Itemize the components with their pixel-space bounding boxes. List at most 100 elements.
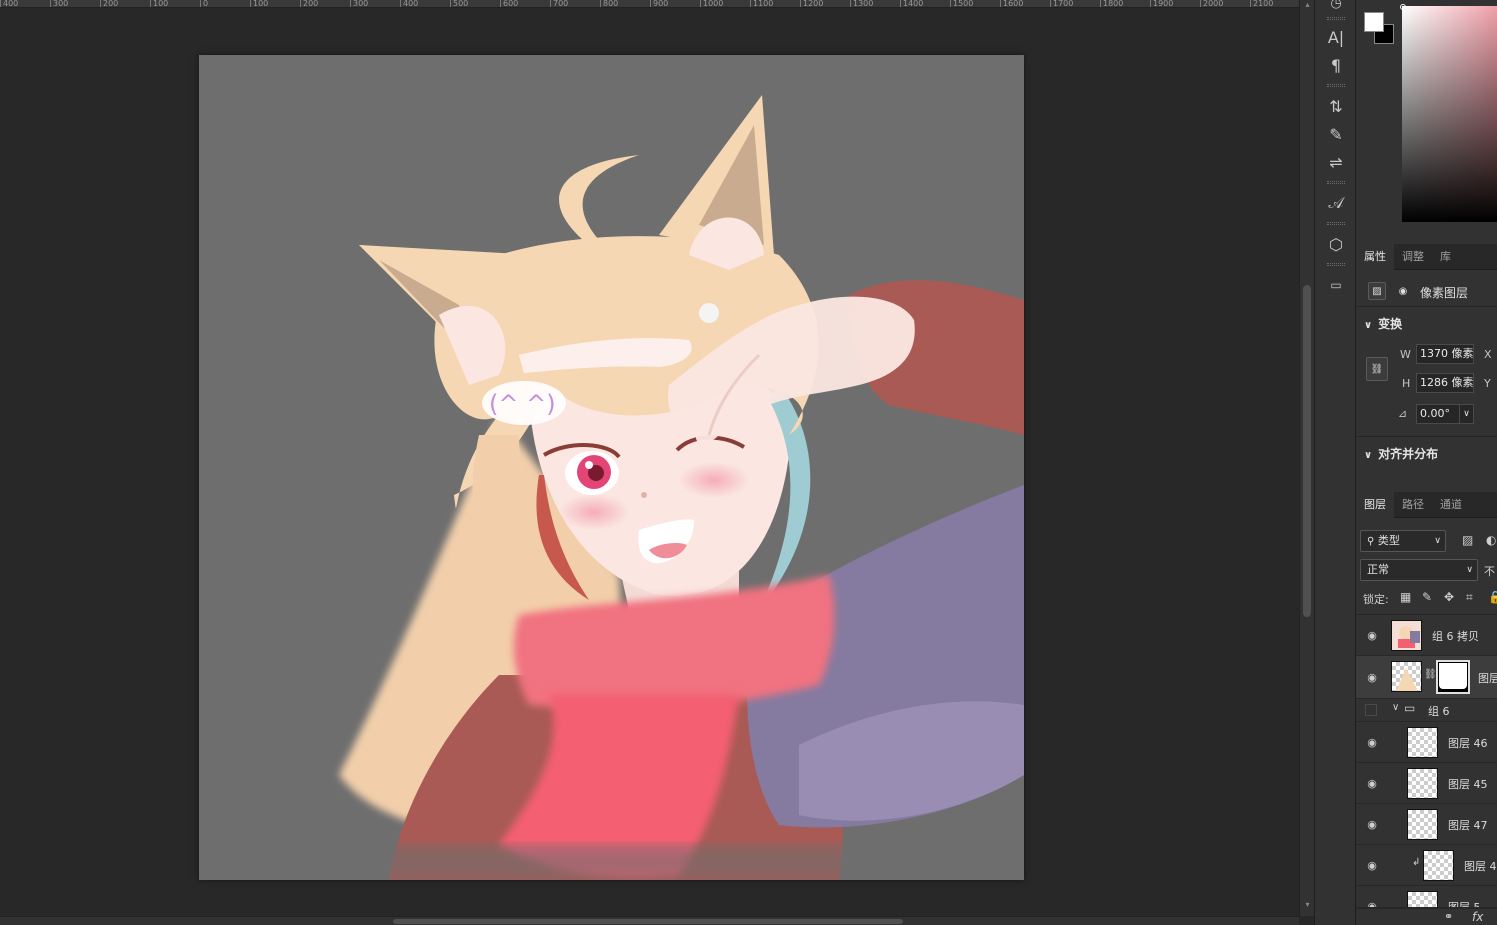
layers-tabs: 图层 路径 通道	[1356, 492, 1497, 518]
layer-mask-thumbnail[interactable]	[1436, 660, 1470, 694]
tab-properties[interactable]: 属性	[1356, 244, 1394, 270]
chevron-down-icon[interactable]: ∨	[1392, 702, 1399, 713]
photoshop-window: 400 300 200 100 0 100 200 300 400 500 600 700 800 900…	[0, 0, 1497, 925]
adjustment-filter-icon[interactable]: ◐	[1486, 533, 1496, 547]
layer-name[interactable]: 组 6 拷贝	[1432, 628, 1479, 644]
ruler-tick: 600	[500, 0, 518, 7]
height-field[interactable]: 1286 像素	[1416, 373, 1474, 393]
lock-move-icon[interactable]: ✥	[1444, 590, 1454, 604]
paragraph-icon[interactable]: ¶	[1324, 54, 1348, 76]
glyph-style-glyph: 𝒜	[1328, 193, 1344, 212]
brush-settings-icon[interactable]: ✎	[1324, 123, 1348, 145]
width-field[interactable]: 1370 像素	[1416, 344, 1474, 364]
eye-icon[interactable]: ◉	[1364, 629, 1380, 642]
horizontal-scrollbar[interactable]	[0, 916, 1299, 925]
link-chain-icon[interactable]: ⛓	[1366, 357, 1388, 381]
horizontal-scroll-thumb[interactable]	[393, 919, 903, 924]
color-picker-cursor[interactable]	[1400, 4, 1406, 10]
tab-libraries[interactable]: 库	[1432, 244, 1459, 270]
layer-filter-select[interactable]: ⚲ 类型 ∨	[1360, 530, 1446, 552]
layer-row[interactable]: ◉ 图层 47	[1356, 804, 1497, 845]
h-label: H	[1402, 377, 1411, 390]
character-panel-icon[interactable]: A|	[1324, 26, 1348, 48]
adjustments-sliders-icon[interactable]: ⇌	[1324, 151, 1348, 173]
properties-tabs: 属性 调整 库	[1356, 244, 1497, 270]
vertical-scrollbar[interactable]: ▴ ▾	[1299, 0, 1314, 916]
layer-row[interactable]: ◉ 组 6 拷贝	[1356, 615, 1497, 656]
clone-source-icon[interactable]: ⇅	[1324, 95, 1348, 117]
layer-name[interactable]: 图层	[1478, 670, 1497, 686]
scroll-up-arrow[interactable]: ▴	[1300, 0, 1315, 9]
3d-cube-icon[interactable]: ⬡	[1324, 233, 1348, 255]
lock-label: 锁定:	[1363, 593, 1389, 606]
lock-transparent-icon[interactable]: ▦	[1400, 590, 1411, 604]
eye-icon[interactable]: ◉	[1364, 859, 1380, 872]
layer-name[interactable]: 图层 4	[1464, 858, 1497, 874]
link-layers-icon[interactable]: ⚭	[1444, 910, 1453, 923]
blend-mode-select[interactable]: 正常 ∨	[1360, 559, 1478, 581]
mask-icon[interactable]: ◉	[1394, 282, 1412, 300]
vertical-scroll-thumb[interactable]	[1303, 285, 1311, 617]
document-canvas[interactable]: (^ ^)	[199, 55, 1024, 880]
pixel-layer-icon[interactable]: ▨	[1368, 282, 1386, 300]
align-section-header[interactable]: ∨ 对齐并分布	[1364, 445, 1438, 462]
lock-artboard-icon[interactable]: ⌗	[1466, 590, 1473, 605]
scroll-down-arrow[interactable]: ▾	[1300, 900, 1315, 909]
eye-icon[interactable]: ◉	[1364, 777, 1380, 790]
ruler-tick: 0	[200, 0, 208, 7]
layer-row[interactable]: ◉ ↲ 图层 4	[1356, 845, 1497, 886]
angle-dropdown-chevron-icon[interactable]: ∨	[1459, 405, 1473, 423]
group-name[interactable]: 组 6	[1428, 703, 1450, 719]
layer-row[interactable]: ◉ ⛓ 图层	[1356, 656, 1497, 699]
character-panel-glyph: A|	[1327, 27, 1345, 47]
angle-field[interactable]: 0.00° ∨	[1416, 404, 1474, 424]
layer-row[interactable]: ◉ 图层 5	[1356, 886, 1497, 908]
eye-icon[interactable]: ◉	[1364, 818, 1380, 831]
panel-grip[interactable]	[1327, 17, 1345, 20]
layer-thumbnail	[1391, 661, 1422, 692]
visibility-off-box[interactable]	[1365, 704, 1377, 716]
horizontal-ruler[interactable]: 400 300 200 100 0 100 200 300 400 500 600 700 800 900…	[0, 0, 1299, 8]
ruler-tick: 500	[450, 0, 468, 7]
fx-icon[interactable]: fx	[1472, 910, 1483, 924]
tab-paths[interactable]: 路径	[1394, 492, 1432, 518]
image-filter-icon[interactable]: ▨	[1462, 533, 1473, 547]
ruler-tick: 1300	[850, 0, 873, 7]
panel-grip[interactable]	[1327, 263, 1345, 266]
search-icon: ⚲	[1367, 536, 1375, 547]
glyph-style-icon[interactable]: 𝒜	[1324, 192, 1348, 214]
tab-channels[interactable]: 通道	[1432, 492, 1470, 518]
ahoge	[559, 155, 639, 245]
tab-adjustments[interactable]: 调整	[1394, 244, 1432, 270]
panel-grip[interactable]	[1327, 84, 1345, 87]
panel-grip[interactable]	[1327, 181, 1345, 184]
tab-layers[interactable]: 图层	[1356, 492, 1394, 518]
lock-paint-brush-icon[interactable]: ✎	[1422, 590, 1432, 604]
history-icon[interactable]: ◷	[1324, 0, 1348, 14]
layer-thumbnail	[1407, 809, 1438, 840]
foreground-color-swatch[interactable]	[1364, 12, 1384, 32]
eye-icon[interactable]: ◉	[1364, 900, 1380, 908]
ruler-tick: 1400	[900, 0, 923, 7]
layer-row[interactable]: ◉ 图层 46	[1356, 722, 1497, 763]
color-swatches[interactable]	[1364, 12, 1398, 44]
layer-name[interactable]: 图层 45	[1448, 776, 1488, 792]
layer-name[interactable]: 图层 5	[1448, 899, 1481, 907]
layer-name[interactable]: 图层 46	[1448, 735, 1488, 751]
layer-name[interactable]: 图层 47	[1448, 817, 1488, 833]
lock-all-icon[interactable]: 🔒	[1488, 590, 1497, 604]
eye-icon[interactable]: ◉	[1364, 671, 1380, 684]
ruler-tick: 300	[50, 0, 68, 7]
transform-section-header[interactable]: ∨ 变换	[1364, 315, 1402, 332]
link-chain-icon[interactable]: ⛓	[1424, 669, 1437, 680]
ruler-tick: 200	[100, 0, 118, 7]
panel-grip[interactable]	[1327, 222, 1345, 225]
adjustments-sliders-glyph: ⇌	[1329, 152, 1343, 172]
eye-icon[interactable]: ◉	[1364, 736, 1380, 749]
group-row[interactable]: ∨ ▭ 组 6	[1356, 699, 1497, 722]
ruler-tick: 2000	[1200, 0, 1223, 7]
canvas-workspace[interactable]: (^ ^)	[0, 8, 1299, 916]
color-picker-field[interactable]	[1402, 6, 1497, 222]
comments-icon[interactable]: ▭	[1324, 274, 1348, 296]
layer-row[interactable]: ◉ 图层 45	[1356, 763, 1497, 804]
